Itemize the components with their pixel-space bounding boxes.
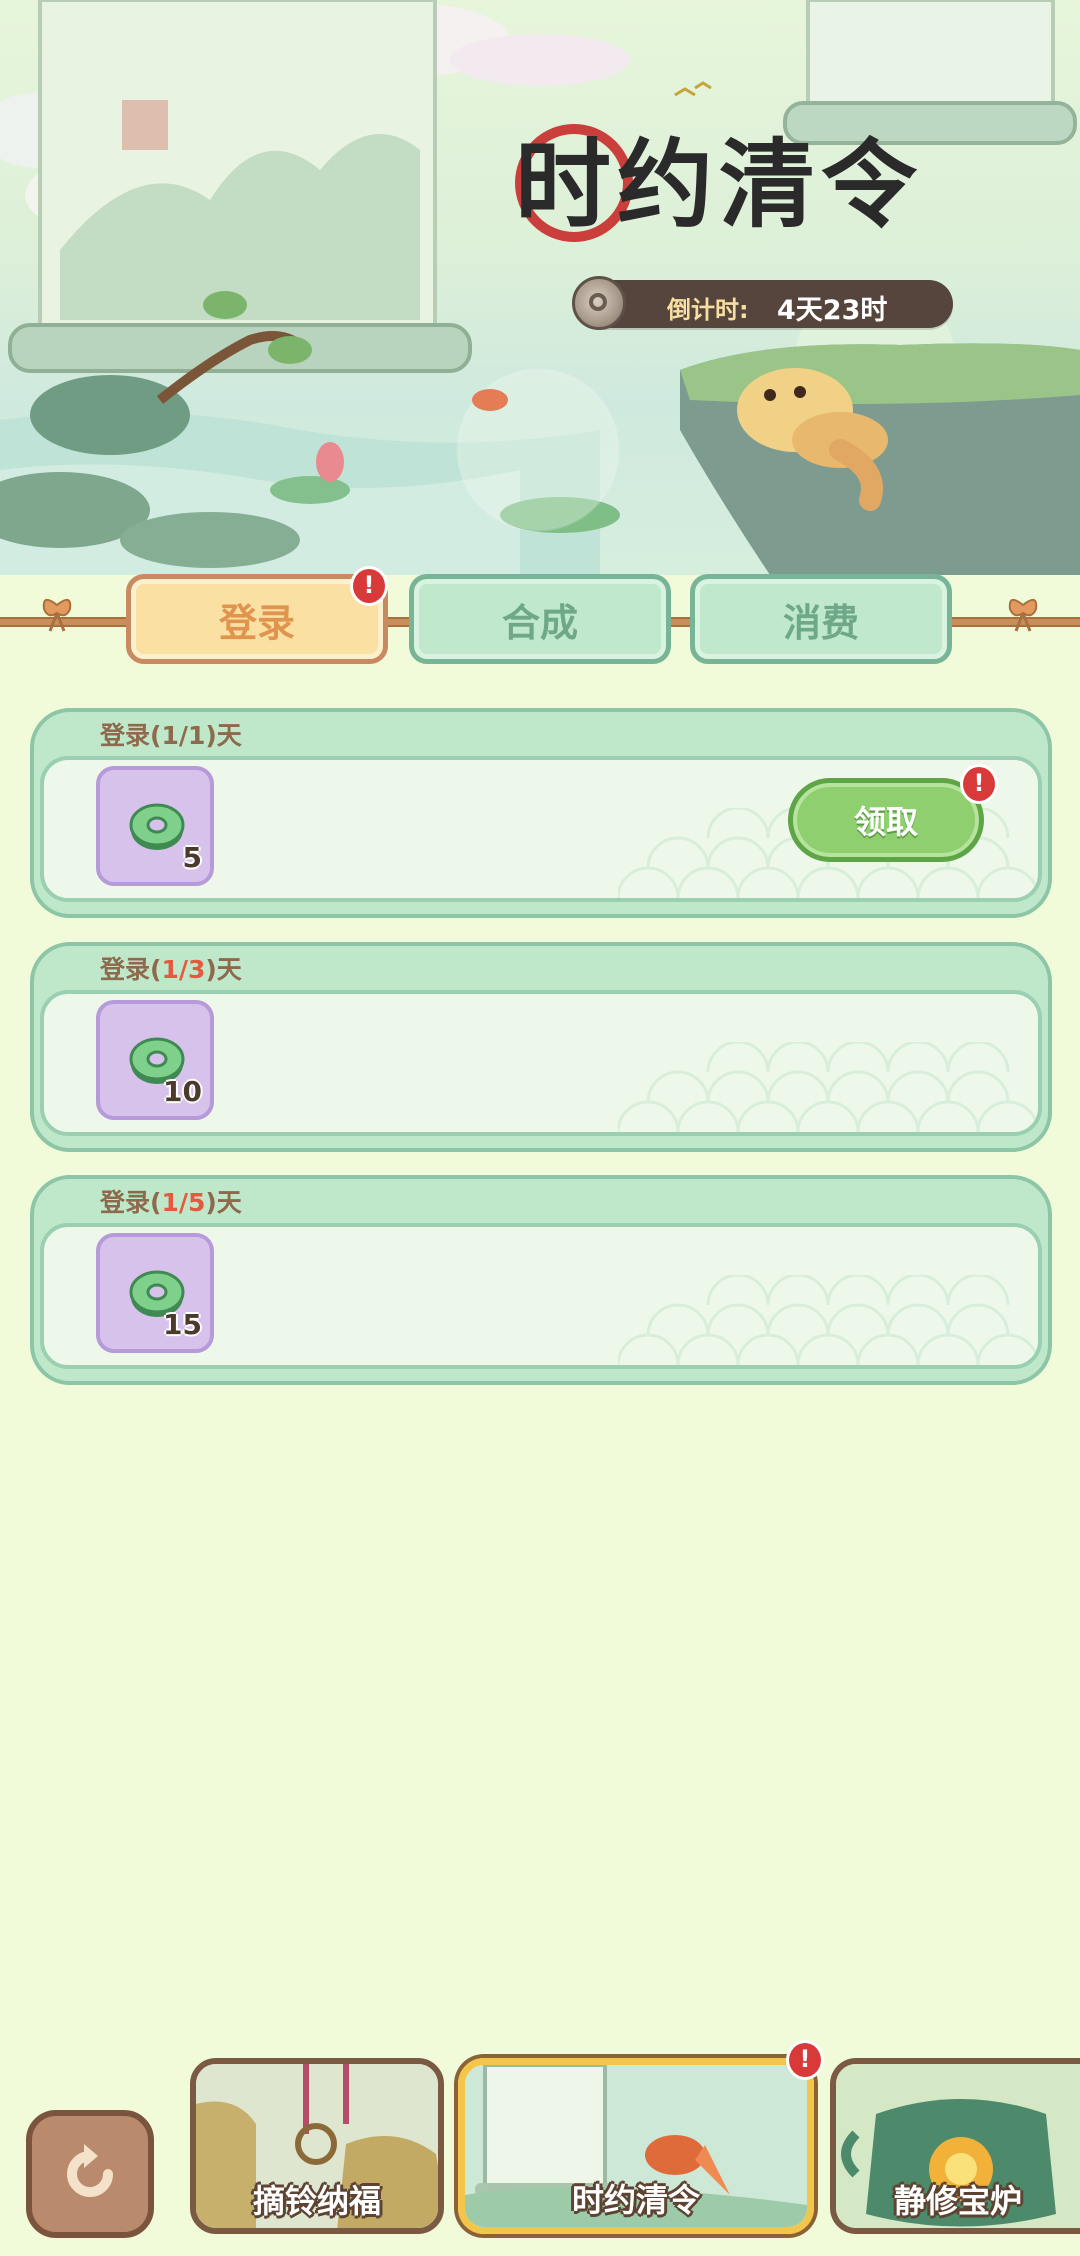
nav-notification-badge: ! (786, 2040, 824, 2080)
nav-card-bell-blessing[interactable]: 摘铃纳福 (190, 2058, 444, 2234)
tab-label: 登录 (218, 600, 295, 645)
task-card: 登录(1/1)天 5 领取 ! (30, 708, 1052, 918)
clock-icon (572, 276, 626, 330)
task-card: 登录(1/3)天 10 (30, 942, 1052, 1152)
countdown-value: 4天23时 (777, 295, 888, 326)
tab-synthesis[interactable]: 合成 (409, 574, 671, 664)
task-card: 登录(1/5)天 15 (30, 1175, 1052, 1385)
event-title: 时约清令 (515, 128, 923, 241)
rope-knot-icon (42, 598, 72, 632)
reward-item-slot[interactable]: 10 (96, 1000, 214, 1120)
nav-card-time-pact[interactable]: 时约清令 (458, 2058, 814, 2234)
event-banner: 时约清令 倒计时: 4天23时 (0, 0, 1080, 575)
reward-item-slot[interactable]: 5 (96, 766, 214, 886)
tab-label: 消费 (782, 600, 859, 645)
claim-notification-badge: ! (960, 764, 998, 804)
tab-login[interactable]: 登录 (126, 574, 388, 664)
reward-item-slot[interactable]: 15 (96, 1233, 214, 1353)
task-header: 登录(1/3)天 (100, 955, 242, 984)
reward-quantity: 5 (182, 841, 202, 874)
task-progress: 1/5 (161, 1188, 206, 1217)
back-button[interactable] (26, 2110, 154, 2238)
event-title-logo: 时约清令 (515, 120, 1035, 250)
claim-button-label: 领取 (853, 803, 918, 841)
task-header: 登录(1/1)天 (100, 721, 242, 750)
nav-card-label: 静修宝炉 (893, 2182, 1022, 2220)
countdown-label: 倒计时: (667, 296, 749, 324)
rope-knot-icon (1008, 598, 1038, 632)
tab-login-notification-badge: ! (350, 566, 388, 606)
task-header: 登录(1/5)天 (100, 1188, 242, 1217)
claim-button[interactable]: 领取 (788, 778, 984, 862)
countdown-bar: 倒计时: 4天23时 (572, 276, 953, 330)
return-arrow-icon (67, 2144, 113, 2197)
jade-coin-icon (129, 803, 185, 850)
nav-card-meditation-furnace[interactable]: 静修宝炉 (830, 2058, 1080, 2234)
nav-card-label: 时约清令 (571, 2181, 700, 2219)
wave-pattern-decoration (618, 1275, 1038, 1365)
task-progress: 1/3 (161, 955, 206, 984)
wave-pattern-decoration (618, 1042, 1038, 1132)
task-progress: 1/1 (161, 721, 206, 750)
reward-quantity: 15 (163, 1308, 202, 1341)
reward-quantity: 10 (163, 1075, 202, 1108)
tab-consumption[interactable]: 消费 (690, 574, 952, 664)
tab-label: 合成 (501, 600, 578, 645)
nav-card-label: 摘铃纳福 (252, 2182, 381, 2220)
